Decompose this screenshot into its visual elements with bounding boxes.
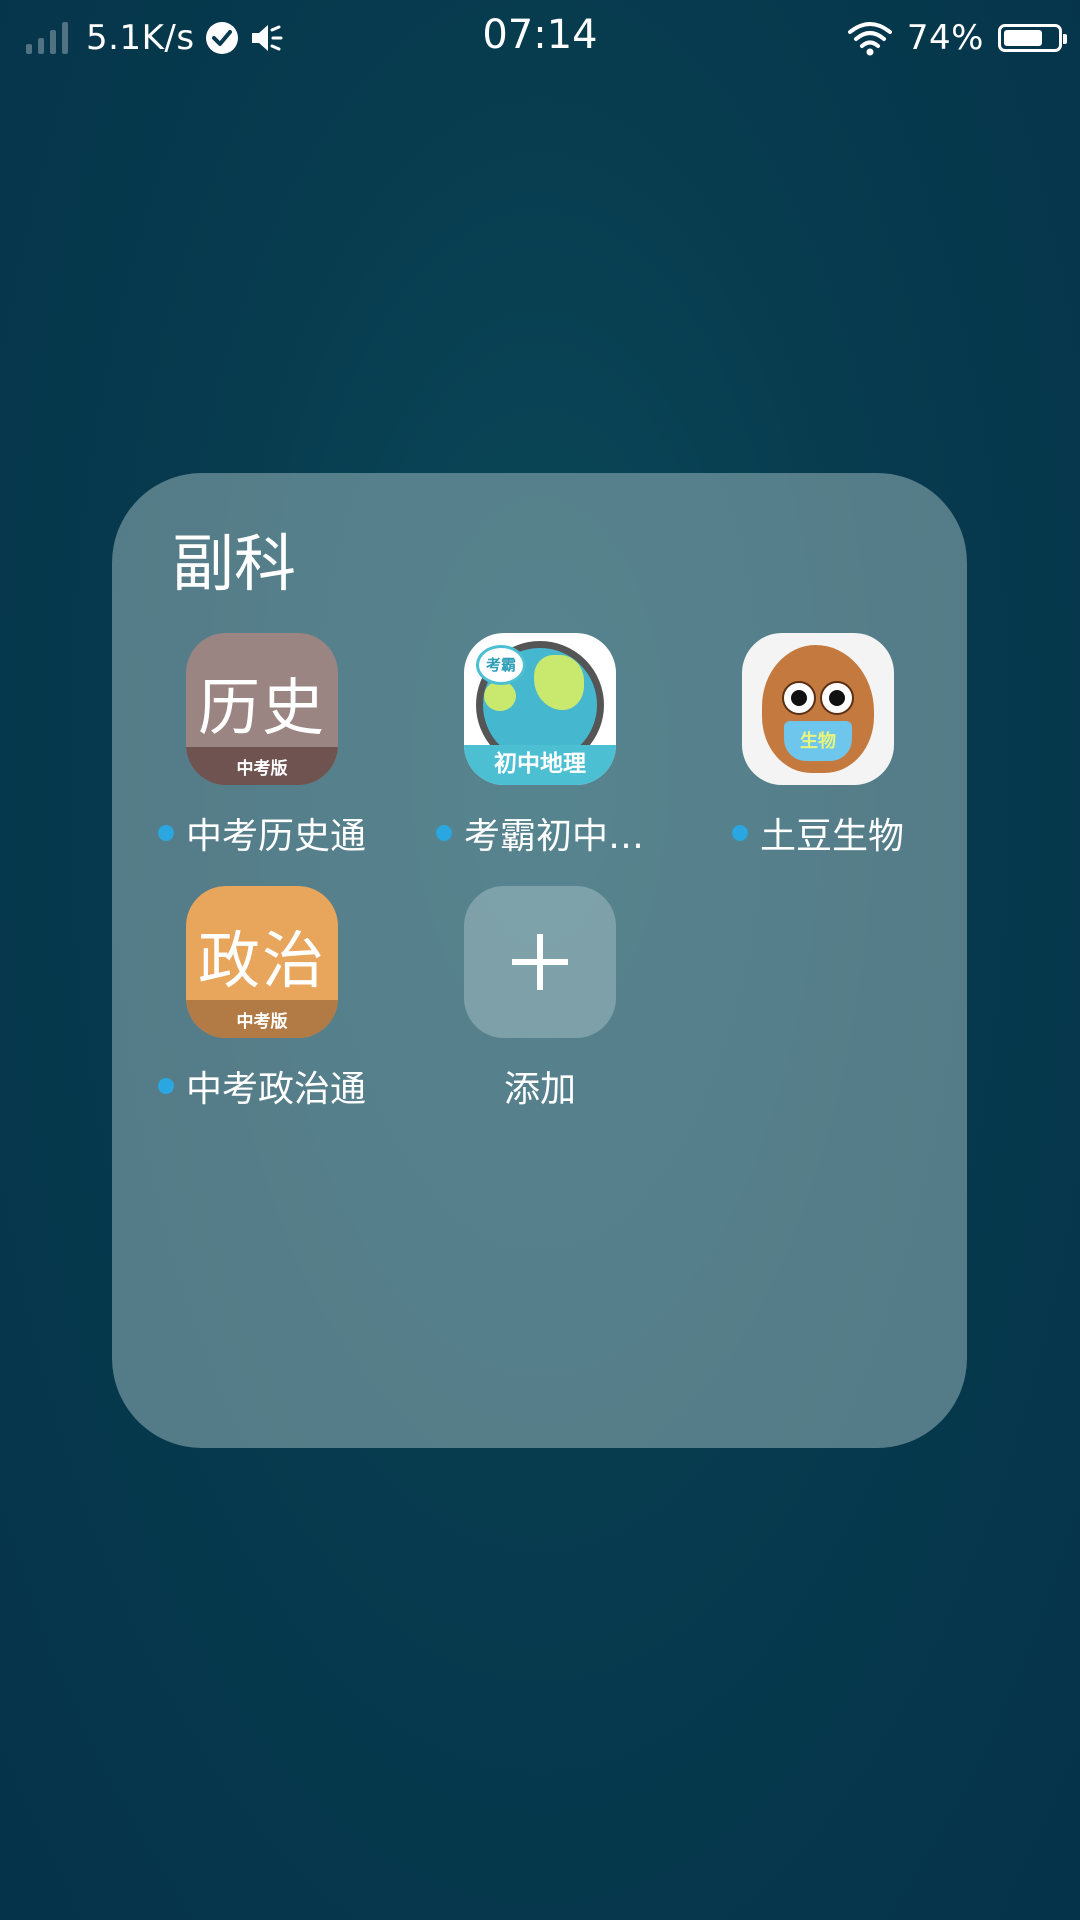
update-dot: [157, 825, 174, 841]
eye-icon: [782, 681, 816, 715]
eye-icon: [820, 681, 854, 715]
app-biology[interactable]: 生物 土豆生物: [688, 633, 948, 859]
icon-subtitle-text: 中考版: [236, 759, 288, 779]
app-label: 考霸初中…: [410, 807, 670, 859]
add-label-text: 添加: [503, 1069, 576, 1110]
app-name: 中考政治通: [185, 1069, 366, 1110]
app-name: 土豆生物: [759, 816, 904, 857]
wifi-icon: [847, 22, 892, 56]
app-name: 考霸初中…: [463, 816, 644, 857]
battery-fill: [1004, 30, 1043, 46]
update-dot: [731, 825, 748, 841]
app-label: 中考政治通: [132, 1060, 392, 1112]
update-dot: [435, 825, 452, 841]
politics-app-icon[interactable]: 政治 中考版: [186, 886, 338, 1038]
app-label: 土豆生物: [688, 807, 948, 859]
icon-bubble-text: 考霸: [485, 656, 516, 674]
app-label: 中考历史通: [132, 807, 392, 859]
battery-percent: 74%: [906, 18, 984, 58]
land-shape: [484, 681, 516, 711]
add-app-button[interactable]: 添加: [410, 886, 670, 1112]
app-politics[interactable]: 政治 中考版 中考政治通: [132, 886, 392, 1112]
status-bar-right: 74%: [847, 14, 1067, 62]
folder-title[interactable]: 副科: [172, 513, 296, 603]
icon-subtitle-text: 中考版: [236, 1012, 288, 1032]
icon-title-text: 历史: [197, 671, 326, 744]
plus-icon: [537, 934, 543, 990]
biology-app-icon[interactable]: 生物: [742, 633, 894, 785]
status-bar: 5.1K/s 07:14 74%: [0, 0, 1080, 74]
icon-title-text: 政治: [197, 924, 326, 997]
add-label: 添加: [410, 1060, 670, 1112]
history-app-icon[interactable]: 历史 中考版: [186, 633, 338, 785]
geography-app-icon[interactable]: 考霸 初中地理: [464, 633, 616, 785]
icon-band-text: 初中地理: [494, 751, 586, 777]
app-geography[interactable]: 考霸 初中地理 考霸初中…: [410, 633, 670, 859]
app-folder: 副科 历史 中考版 中考历史通 考霸 初中地理 考霸初中… 生物 土豆生物 政治…: [112, 473, 967, 1448]
app-history[interactable]: 历史 中考版 中考历史通: [132, 633, 392, 859]
update-dot: [157, 1078, 174, 1094]
icon-bib-text: 生物: [800, 731, 836, 752]
battery-icon: [998, 24, 1067, 52]
app-name: 中考历史通: [185, 816, 366, 857]
add-icon[interactable]: [464, 886, 616, 1038]
